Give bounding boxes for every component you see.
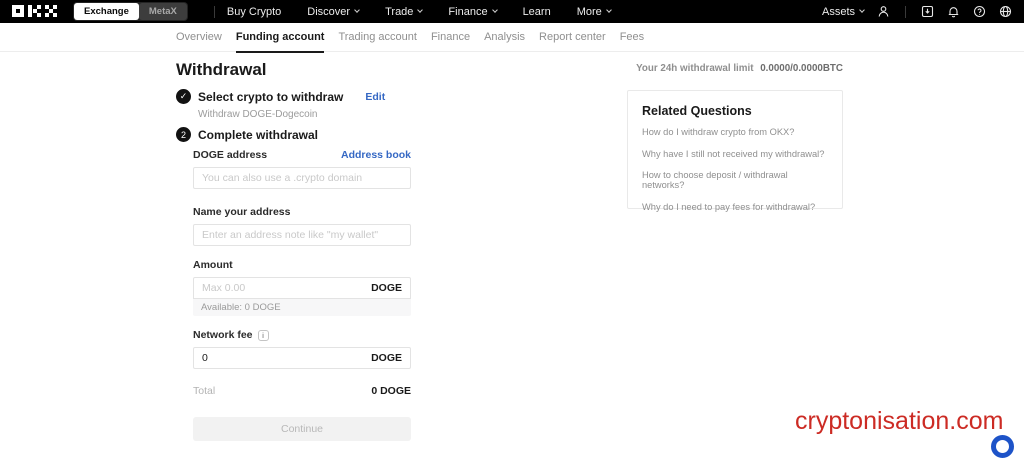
- limit-label: Your 24h withdrawal limit: [636, 63, 753, 74]
- nav-trade[interactable]: Trade: [385, 6, 422, 18]
- amount-currency: DOGE: [371, 282, 402, 294]
- amount-input-box: DOGE: [193, 277, 411, 299]
- help-icon[interactable]: [973, 5, 986, 18]
- total-row: Total 0 DOGE: [193, 385, 411, 397]
- globe-icon[interactable]: [999, 5, 1012, 18]
- step-label: Complete withdrawal: [198, 128, 318, 142]
- main-nav: Buy Crypto Discover Trade Finance Learn …: [227, 6, 611, 18]
- network-fee-label: Network fee: [193, 329, 253, 341]
- tab-funding-account[interactable]: Funding account: [236, 23, 325, 52]
- chevron-down-icon: [354, 7, 360, 13]
- page-title: Withdrawal: [176, 60, 267, 80]
- bell-icon[interactable]: [947, 5, 960, 18]
- available-balance: Available: 0 DOGE: [193, 299, 411, 316]
- address-note-input[interactable]: [202, 229, 402, 241]
- edit-link[interactable]: Edit: [365, 91, 385, 103]
- address-input-box: [193, 167, 411, 189]
- check-icon: ✓: [176, 89, 191, 104]
- nav-more[interactable]: More: [577, 6, 611, 18]
- withdrawal-limit: Your 24h withdrawal limit 0.0000/0.0000B…: [636, 63, 843, 74]
- related-question-link[interactable]: How to choose deposit / withdrawal netwo…: [642, 170, 828, 190]
- nav-discover[interactable]: Discover: [307, 6, 359, 18]
- chevron-down-icon: [606, 7, 612, 13]
- step-number: 2: [176, 127, 191, 142]
- tab-finance[interactable]: Finance: [431, 23, 470, 52]
- page-content: Withdrawal ✓ Select crypto to withdraw E…: [0, 52, 1024, 448]
- tab-report-center[interactable]: Report center: [539, 23, 606, 52]
- continue-button[interactable]: Continue: [193, 417, 411, 441]
- related-questions-title: Related Questions: [642, 104, 828, 118]
- top-navbar: Exchange MetaX Buy Crypto Discover Trade…: [0, 0, 1024, 23]
- nav-learn[interactable]: Learn: [523, 6, 551, 18]
- related-question-link[interactable]: Why do I need to pay fees for withdrawal…: [642, 202, 828, 212]
- topbar-divider: [214, 6, 215, 18]
- total-label: Total: [193, 385, 215, 397]
- mode-tab-metax[interactable]: MetaX: [139, 3, 187, 20]
- chevron-down-icon: [859, 7, 865, 13]
- topbar-divider: [905, 6, 906, 18]
- tab-fees[interactable]: Fees: [620, 23, 644, 52]
- address-book-link[interactable]: Address book: [341, 149, 411, 161]
- mode-tab-exchange[interactable]: Exchange: [74, 3, 139, 20]
- tab-trading-account[interactable]: Trading account: [338, 23, 416, 52]
- related-questions-panel: Related Questions How do I withdraw cryp…: [627, 90, 843, 209]
- deposit-icon[interactable]: [921, 5, 934, 18]
- tab-overview[interactable]: Overview: [176, 23, 222, 52]
- related-question-link[interactable]: How do I withdraw crypto from OKX?: [642, 127, 828, 137]
- mode-switch: Exchange MetaX: [73, 2, 188, 21]
- assets-menu[interactable]: Assets: [822, 6, 864, 18]
- network-fee-input[interactable]: [202, 352, 365, 364]
- related-question-link[interactable]: Why have I still not received my withdra…: [642, 149, 828, 159]
- topbar-right: Assets: [822, 5, 1012, 18]
- chevron-down-icon: [418, 7, 424, 13]
- chevron-down-icon: [492, 7, 498, 13]
- user-icon[interactable]: [877, 5, 890, 18]
- address-label: DOGE address: [193, 149, 267, 161]
- name-address-label: Name your address: [193, 206, 290, 218]
- total-value: 0 DOGE: [371, 385, 411, 397]
- okx-logo-icon: [12, 5, 57, 18]
- step-select-crypto: ✓ Select crypto to withdraw Edit: [176, 89, 385, 104]
- fee-currency: DOGE: [371, 352, 402, 364]
- withdrawal-form: DOGE address Address book Name your addr…: [193, 149, 411, 441]
- selected-crypto-text: Withdraw DOGE-Dogecoin: [198, 109, 317, 120]
- account-tabbar: Overview Funding account Trading account…: [0, 23, 1024, 52]
- step-label: Select crypto to withdraw: [198, 90, 343, 104]
- step-complete-withdrawal: 2 Complete withdrawal: [176, 127, 318, 142]
- address-input[interactable]: [202, 172, 402, 184]
- nav-finance[interactable]: Finance: [448, 6, 496, 18]
- amount-label: Amount: [193, 259, 233, 271]
- network-fee-input-box: DOGE: [193, 347, 411, 369]
- name-input-box: [193, 224, 411, 246]
- chat-support-icon[interactable]: [991, 435, 1014, 458]
- nav-buy-crypto[interactable]: Buy Crypto: [227, 6, 281, 18]
- tab-analysis[interactable]: Analysis: [484, 23, 525, 52]
- limit-value: 0.0000/0.0000BTC: [760, 63, 843, 74]
- amount-input[interactable]: [202, 282, 365, 294]
- watermark: cryptonisation.com: [795, 407, 1003, 436]
- info-icon[interactable]: i: [258, 330, 269, 341]
- okx-logo[interactable]: [12, 5, 57, 18]
